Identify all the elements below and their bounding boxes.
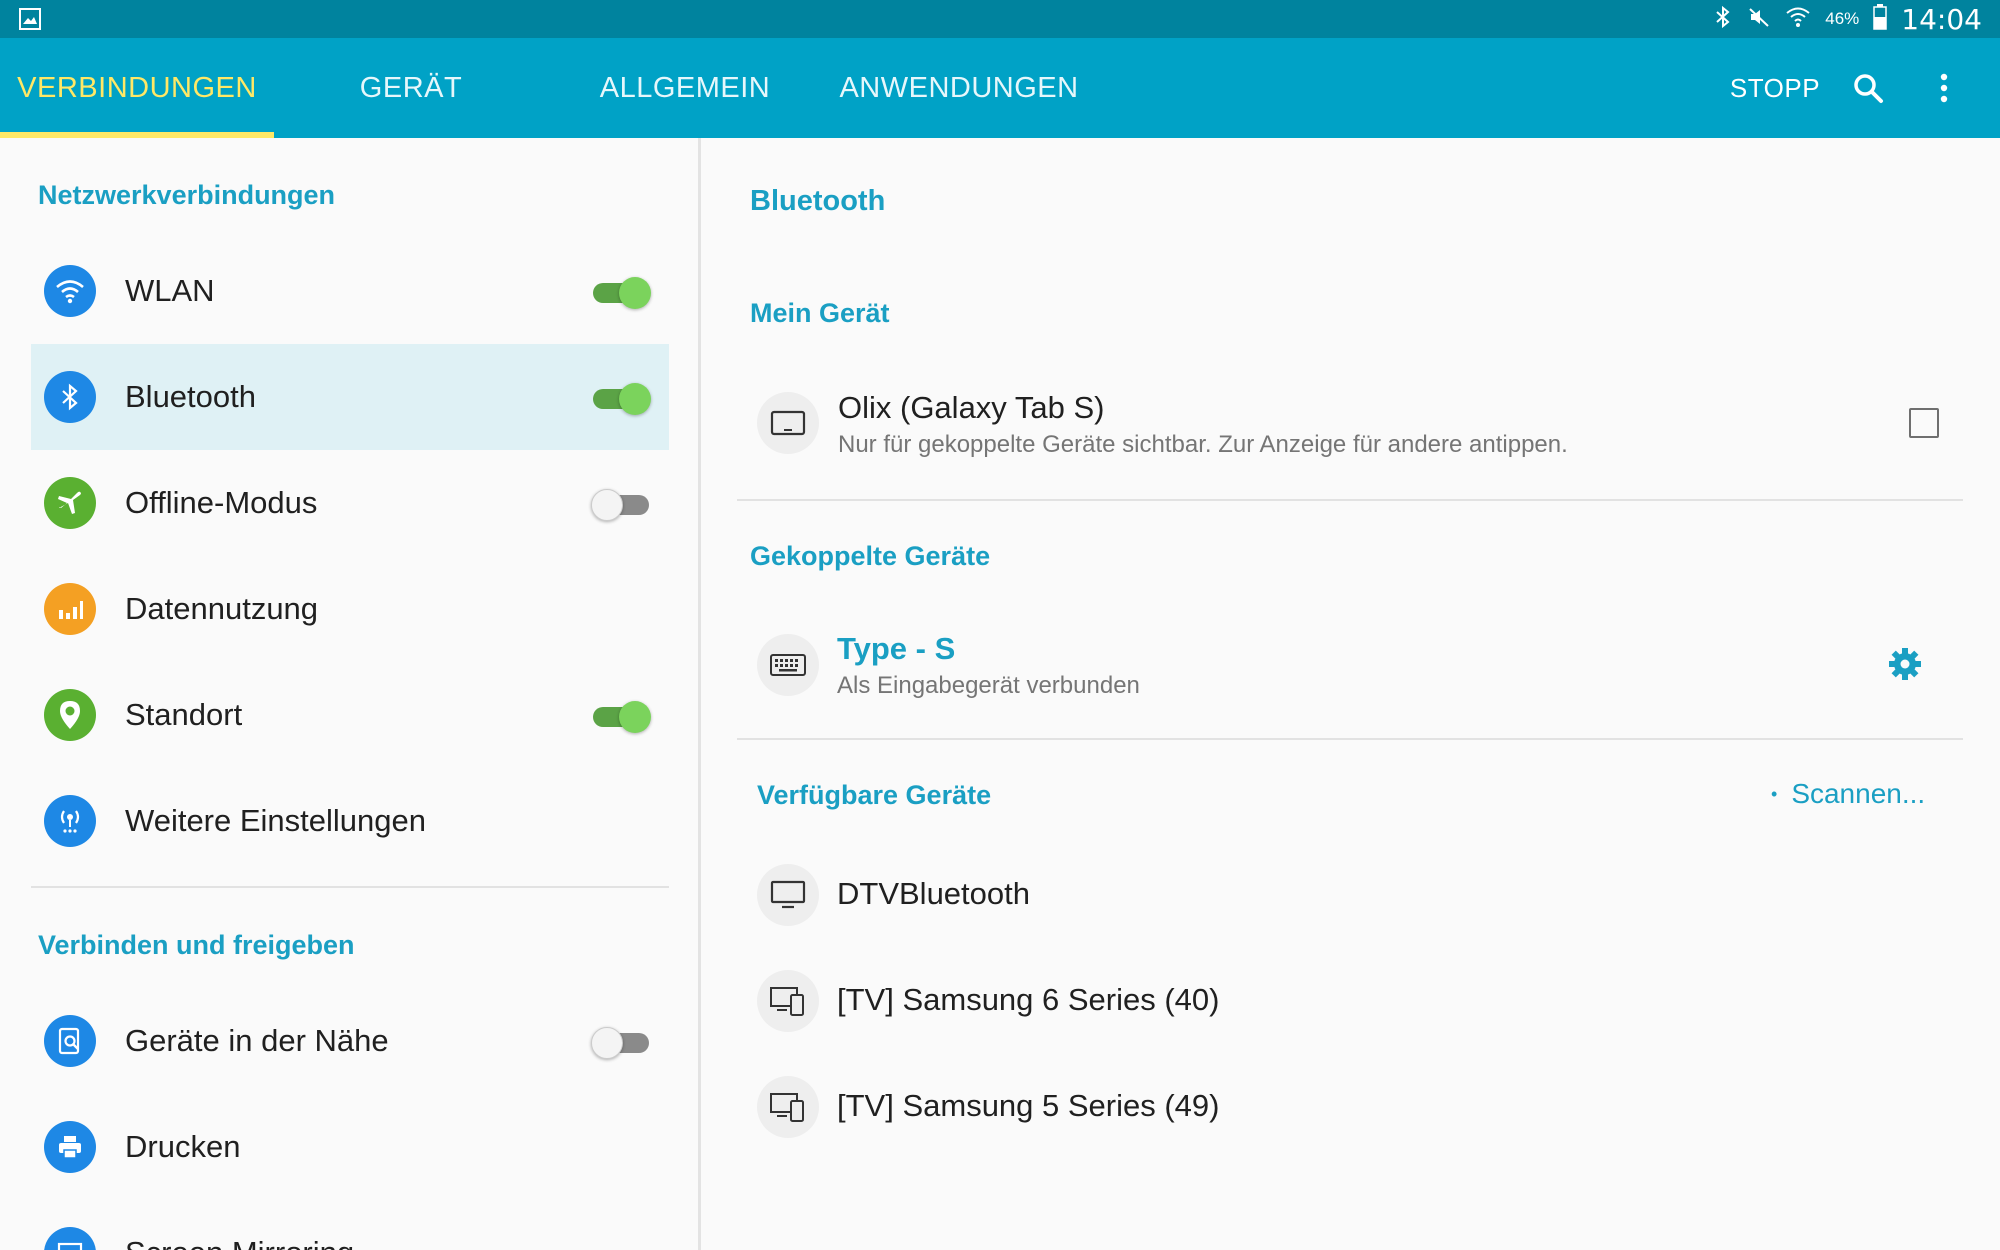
section-divider [737,738,1963,740]
wifi-icon [44,265,96,317]
more-vert-icon[interactable] [1920,64,1968,112]
airplane-icon [44,477,96,529]
list-item-screen-mirroring[interactable]: Screen Mirroring [31,1200,669,1250]
clock: 14:04 [1901,2,1982,36]
section-header-gekoppelte-geraete: Gekoppelte Geräte [750,541,991,571]
bluetooth-icon [1713,5,1733,34]
list-item-offline-modus[interactable]: Offline-Modus [31,450,669,556]
paired-device-status: Als Eingabegerät verbunden [837,672,1140,699]
data-usage-icon [44,583,96,635]
screen-mirroring-icon [44,1227,96,1250]
section-header-netzwerk: Netzwerkverbindungen [38,180,336,210]
list-item-label: Standort [125,697,243,732]
geraete-in-der-naehe-toggle[interactable] [591,1025,651,1059]
mute-icon [1747,5,1771,34]
my-device-name[interactable]: Olix (Galaxy Tab S) [838,390,1104,426]
gallery-icon [18,7,42,31]
battery-icon [1873,3,1888,35]
section-header-mein-geraet: Mein Gerät [750,298,890,328]
list-item-label: Offline-Modus [125,485,318,520]
standort-toggle[interactable] [591,699,651,733]
location-icon [44,689,96,741]
settings-list-panel: Netzwerkverbindungen WLAN Bluetooth Offl… [0,138,698,1250]
list-item-label: Geräte in der Nähe [125,1023,389,1058]
list-item-datennutzung[interactable]: Datennutzung [31,556,669,662]
list-item-label: Screen Mirroring [125,1200,354,1250]
section-header-verbinden: Verbinden und freigeben [38,930,355,960]
paired-device-name[interactable]: Type - S [837,631,955,667]
search-icon[interactable] [1844,64,1892,112]
list-item-standort[interactable]: Standort [31,662,669,768]
section-divider [737,499,1963,501]
tab-anwendungen[interactable]: ANWENDUNGEN [822,38,1096,138]
antenna-icon [44,795,96,847]
battery-percent: 46% [1825,9,1860,28]
scan-button[interactable]: • Scannen... [1771,774,1925,814]
bluetooth-detail-panel: Bluetooth Mein Gerät Olix (Galaxy Tab S)… [701,138,2000,1250]
list-item-drucken[interactable]: Drucken [31,1094,669,1200]
tv-devices-icon [757,970,819,1032]
bluetooth-icon [44,371,96,423]
section-divider [31,886,669,888]
tab-geraet[interactable]: GERÄT [274,38,548,138]
visibility-checkbox[interactable] [1909,408,1939,438]
list-item-label: Drucken [125,1129,241,1164]
tab-verbindungen[interactable]: VERBINDUNGEN [0,38,274,138]
available-device-name[interactable]: [TV] Samsung 5 Series (49) [837,1088,1220,1124]
tab-bar: VERBINDUNGEN GERÄT ALLGEMEIN ANWENDUNGEN… [0,38,2000,138]
wlan-toggle[interactable] [591,275,651,309]
list-item-label: Weitere Einstellungen [125,803,426,838]
available-device-name[interactable]: DTVBluetooth [837,876,1030,912]
monitor-icon [757,864,819,926]
printer-icon [44,1121,96,1173]
offline-modus-toggle[interactable] [591,487,651,521]
bluetooth-toggle[interactable] [591,381,651,415]
detail-title: Bluetooth [750,185,886,217]
tv-devices-icon [757,1076,819,1138]
list-item-geraete-in-der-naehe[interactable]: Geräte in der Nähe [31,988,669,1094]
list-item-label: Datennutzung [125,591,319,626]
list-item-bluetooth[interactable]: Bluetooth [31,344,669,450]
nearby-devices-icon [44,1015,96,1067]
available-device-name[interactable]: [TV] Samsung 6 Series (40) [837,982,1220,1018]
keyboard-icon [757,634,819,696]
tablet-icon [757,392,819,454]
scan-label: Scannen... [1791,778,1926,809]
list-item-weitere-einstellungen[interactable]: Weitere Einstellungen [31,768,669,874]
tab-allgemein[interactable]: ALLGEMEIN [548,38,822,138]
status-bar: 46% 14:04 [0,0,2000,38]
list-item-wlan[interactable]: WLAN [31,238,669,344]
stop-button[interactable]: STOPP [1720,38,1830,138]
wifi-icon [1785,5,1811,34]
scan-progress-dot-icon: • [1771,783,1778,804]
my-device-visibility-text[interactable]: Nur für gekoppelte Geräte sichtbar. Zur … [838,431,1568,459]
section-header-verfuegbare-geraete: Verfügbare Geräte [757,780,992,810]
list-item-label: Bluetooth [125,379,256,414]
list-item-label: WLAN [125,273,215,308]
gear-icon[interactable] [1883,642,1927,686]
